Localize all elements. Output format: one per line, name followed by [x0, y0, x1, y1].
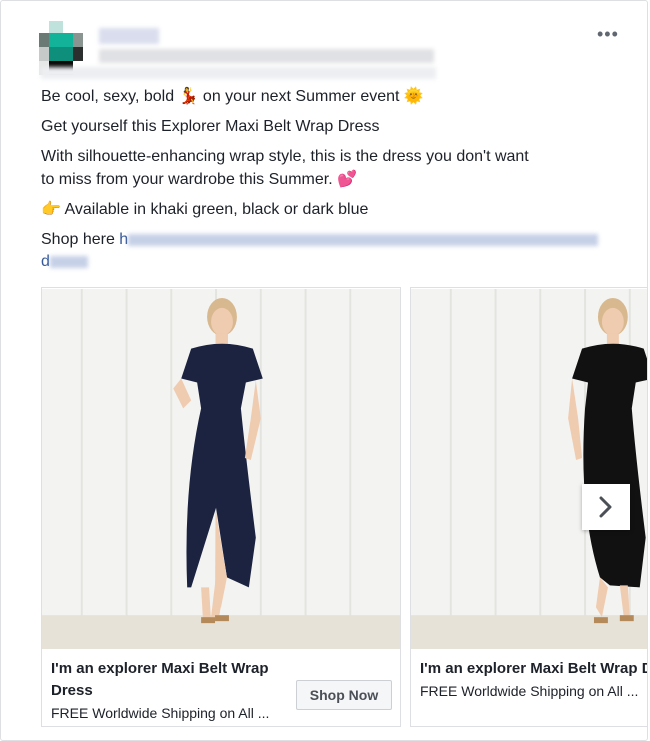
- product-carousel: I'm an explorer Maxi Belt Wrap Dress FRE…: [41, 287, 648, 727]
- post-text-line: Get yourself this Explorer Maxi Belt Wra…: [41, 118, 380, 135]
- shop-link-line: Shop here h: [41, 229, 599, 251]
- card-subtitle: FREE Worldwide Shipping on All ...: [420, 683, 639, 699]
- more-options-button[interactable]: •••: [597, 25, 619, 43]
- shop-prefix: Shop here: [41, 231, 115, 248]
- shop-link[interactable]: h: [119, 231, 599, 248]
- shop-link-line-2[interactable]: d: [41, 251, 88, 273]
- shop-now-button[interactable]: Shop Now: [296, 680, 392, 710]
- card-title[interactable]: I'm an explorer Maxi Belt Wrap Dress: [420, 658, 647, 680]
- carousel-card[interactable]: I'm an explorer Maxi Belt Wrap Dress FRE…: [41, 287, 401, 727]
- post-meta-redacted: [99, 49, 434, 63]
- post-meta-redacted-2: [41, 67, 436, 79]
- product-image[interactable]: [411, 288, 648, 650]
- chevron-right-icon: [599, 496, 612, 518]
- author-name-redacted[interactable]: [99, 28, 159, 44]
- product-image[interactable]: [42, 288, 400, 650]
- post-text-line: Be cool, sexy, bold 💃 on your next Summe…: [41, 88, 424, 105]
- card-title[interactable]: I'm an explorer Maxi Belt Wrap Dress: [51, 658, 291, 702]
- post-text-line: to miss from your wardrobe this Summer. …: [41, 171, 358, 188]
- feed-post: ••• Be cool, sexy, bold 💃 on your next S…: [0, 0, 648, 741]
- carousel-next-button[interactable]: [582, 484, 630, 530]
- post-text-line: With silhouette-enhancing wrap style, th…: [41, 148, 529, 165]
- card-caption: I'm an explorer Maxi Belt Wrap Dress FRE…: [420, 658, 647, 701]
- post-text-line: 👉 Available in khaki green, black or dar…: [41, 201, 369, 218]
